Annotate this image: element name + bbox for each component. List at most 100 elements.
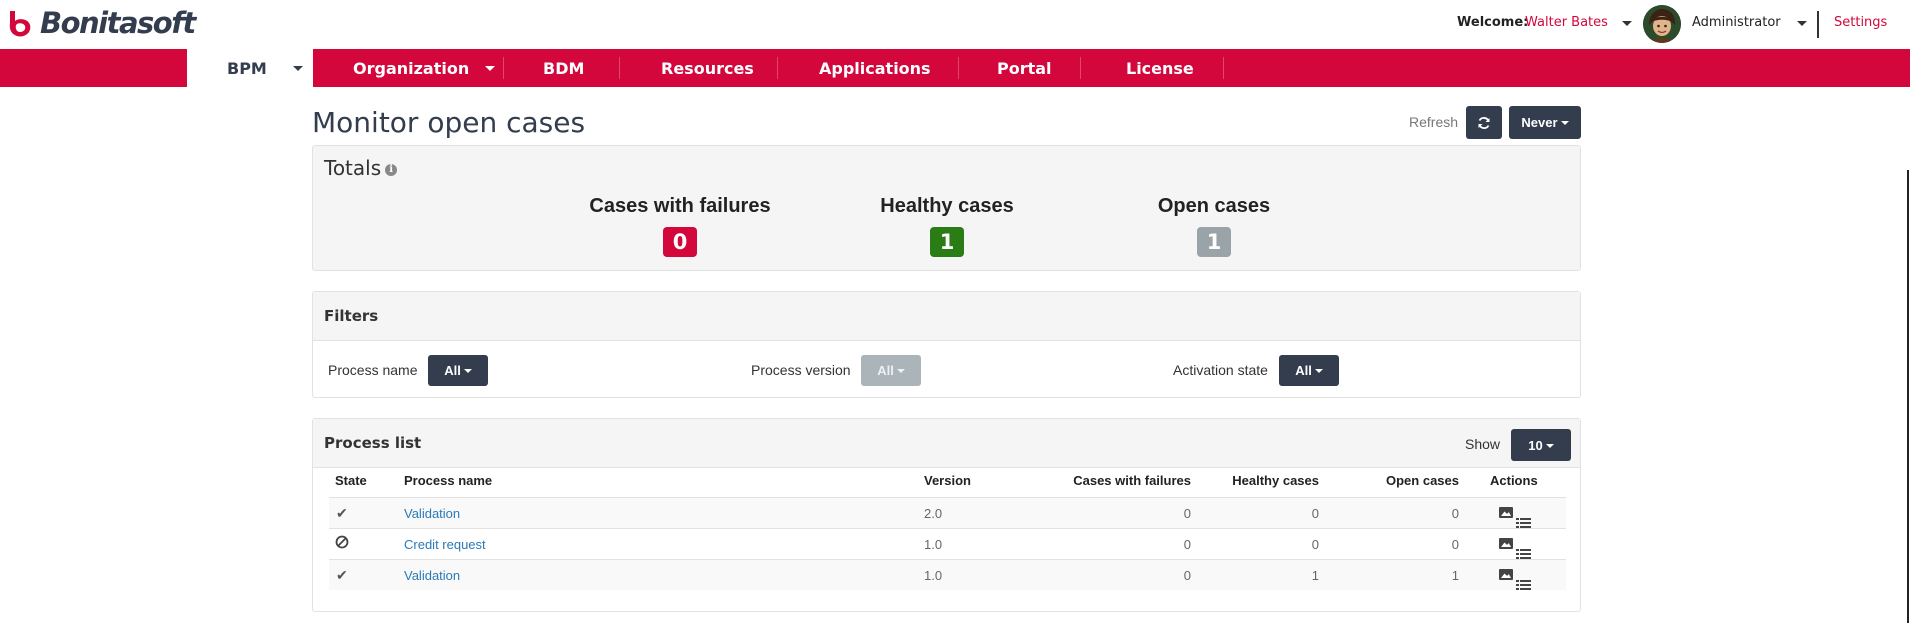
nav-license[interactable]: License: [1081, 49, 1223, 87]
stat-label: Cases with failures: [589, 195, 771, 217]
header-divider: [1817, 11, 1819, 38]
ban-icon: [335, 535, 349, 552]
list-icon[interactable]: [1516, 580, 1531, 591]
logo-text: Bonitasoft: [40, 6, 196, 40]
stat-healthy-cases: Healthy cases 1: [817, 195, 1077, 257]
nav-resources-label: Resources: [661, 58, 754, 78]
open-count-badge[interactable]: 1: [1197, 227, 1231, 257]
bonita-logo-icon: [9, 11, 31, 37]
bonitasoft-logo[interactable]: Bonitasoft: [6, 6, 196, 40]
page-size-value: 10: [1528, 437, 1543, 453]
diagram-image-icon[interactable]: [1499, 507, 1513, 518]
process-name-filter-label: Process name: [328, 362, 418, 378]
process-name-filter-value: All: [444, 363, 461, 378]
refresh-interval-dropdown[interactable]: Never: [1509, 106, 1581, 139]
column-header-actions: Actions: [1490, 473, 1538, 488]
avatar[interactable]: [1643, 5, 1681, 43]
process-name-filter-dropdown[interactable]: All: [428, 355, 488, 386]
chevron-down-icon: [485, 66, 495, 71]
stat-label: Healthy cases: [880, 195, 1014, 217]
nav-portal[interactable]: Portal: [959, 49, 1080, 87]
profile-selector[interactable]: Administrator: [1692, 15, 1781, 30]
nav-license-label: License: [1126, 58, 1194, 78]
healthy-cell: 0: [1311, 506, 1319, 521]
refresh-icon: [1478, 116, 1490, 129]
version-cell: 1.0: [924, 568, 943, 583]
column-header-process-name[interactable]: Process name: [404, 473, 492, 488]
chevron-down-icon: [1560, 121, 1569, 125]
totals-panel: Totals i Cases with failures 0 Healthy ca…: [312, 145, 1581, 271]
open-cell: 0: [1451, 537, 1459, 552]
nav-portal-label: Portal: [997, 58, 1052, 78]
chevron-down-icon: [1314, 369, 1323, 373]
chevron-down-icon: [463, 369, 472, 373]
diagram-image-icon[interactable]: [1499, 569, 1513, 580]
process-list-header: Process list Show 10: [313, 419, 1580, 468]
nav-resources[interactable]: Resources: [620, 49, 777, 87]
welcome-label: Welcome:: [1457, 15, 1529, 30]
activation-state-filter-value: All: [1295, 363, 1312, 378]
failures-count-badge[interactable]: 0: [663, 227, 697, 257]
diagram-image-icon[interactable]: [1499, 538, 1513, 549]
profile-menu-caret-icon[interactable]: [1797, 21, 1807, 26]
filters-panel: Filters Process name All Process version…: [312, 291, 1581, 398]
column-header-cases-with-failures[interactable]: Cases with failures: [1031, 473, 1191, 488]
nav-applications-label: Applications: [819, 58, 931, 78]
failures-cell: 0: [1183, 506, 1191, 521]
healthy-count-badge[interactable]: 1: [930, 227, 964, 257]
chevron-down-icon: [293, 66, 303, 71]
process-list-title: Process list: [324, 434, 422, 452]
user-name-link[interactable]: Walter Bates: [1525, 15, 1608, 30]
nav-applications[interactable]: Applications: [778, 49, 958, 87]
column-header-version[interactable]: Version: [924, 473, 971, 488]
totals-title: Totals i: [324, 156, 398, 180]
nav-bpm-label: BPM: [227, 58, 267, 78]
failures-cell: 0: [1183, 537, 1191, 552]
nav-organization-label: Organization: [353, 58, 470, 78]
nav-bdm-label: BDM: [543, 58, 585, 78]
table-row: Credit request 1.0 0 0 0: [329, 528, 1566, 559]
healthy-cell: 0: [1311, 537, 1319, 552]
show-label: Show: [1465, 436, 1501, 452]
filters-title: Filters: [324, 307, 379, 325]
table-row: ✔ Validation 2.0 0 0 0: [329, 497, 1566, 528]
activation-state-filter-dropdown[interactable]: All: [1279, 355, 1339, 386]
totals-title-text: Totals: [324, 156, 382, 180]
main-navigation: BPM Organization BDM Resources Applicati…: [0, 49, 1910, 87]
process-name-link[interactable]: Validation: [404, 506, 460, 521]
version-cell: 1.0: [924, 537, 943, 552]
column-header-state[interactable]: State: [335, 473, 367, 488]
process-name-link[interactable]: Validation: [404, 568, 460, 583]
page-scroll-edge: [1907, 170, 1909, 623]
process-version-filter-value: All: [877, 363, 894, 378]
nav-divider: [1223, 57, 1224, 79]
refresh-label: Refresh: [1409, 114, 1459, 130]
open-cell: 0: [1451, 506, 1459, 521]
page-size-dropdown[interactable]: 10: [1511, 429, 1571, 461]
column-header-healthy-cases[interactable]: Healthy cases: [1209, 473, 1319, 488]
chevron-down-icon: [1545, 443, 1554, 448]
stat-open-cases: Open cases 1: [1084, 195, 1344, 257]
check-icon: ✔: [336, 567, 348, 583]
stat-label: Open cases: [1157, 195, 1271, 217]
process-list-panel: Process list Show 10 State Process name …: [312, 418, 1581, 612]
process-name-link[interactable]: Credit request: [404, 537, 486, 552]
table-row: ✔ Validation 1.0 0 1 1: [329, 559, 1566, 590]
nav-bpm[interactable]: BPM: [187, 49, 313, 87]
settings-link[interactable]: Settings: [1834, 15, 1887, 30]
failures-cell: 0: [1183, 568, 1191, 583]
activation-state-filter-label: Activation state: [1173, 362, 1268, 378]
nav-bdm[interactable]: BDM: [504, 49, 619, 87]
info-icon[interactable]: i: [385, 163, 398, 176]
chevron-down-icon: [896, 369, 905, 373]
column-header-open-cases[interactable]: Open cases: [1349, 473, 1459, 488]
user-menu-caret-icon[interactable]: [1622, 21, 1632, 26]
healthy-cell: 1: [1311, 568, 1319, 583]
nav-organization[interactable]: Organization: [313, 49, 503, 87]
process-version-filter-dropdown: All: [861, 355, 921, 386]
filters-header: Filters: [313, 292, 1580, 341]
top-bar: Bonitasoft Welcome: Walter Bates Adminis…: [0, 0, 1910, 49]
stat-cases-with-failures: Cases with failures 0: [550, 195, 810, 257]
version-cell: 2.0: [924, 506, 943, 521]
refresh-button[interactable]: [1466, 106, 1502, 139]
